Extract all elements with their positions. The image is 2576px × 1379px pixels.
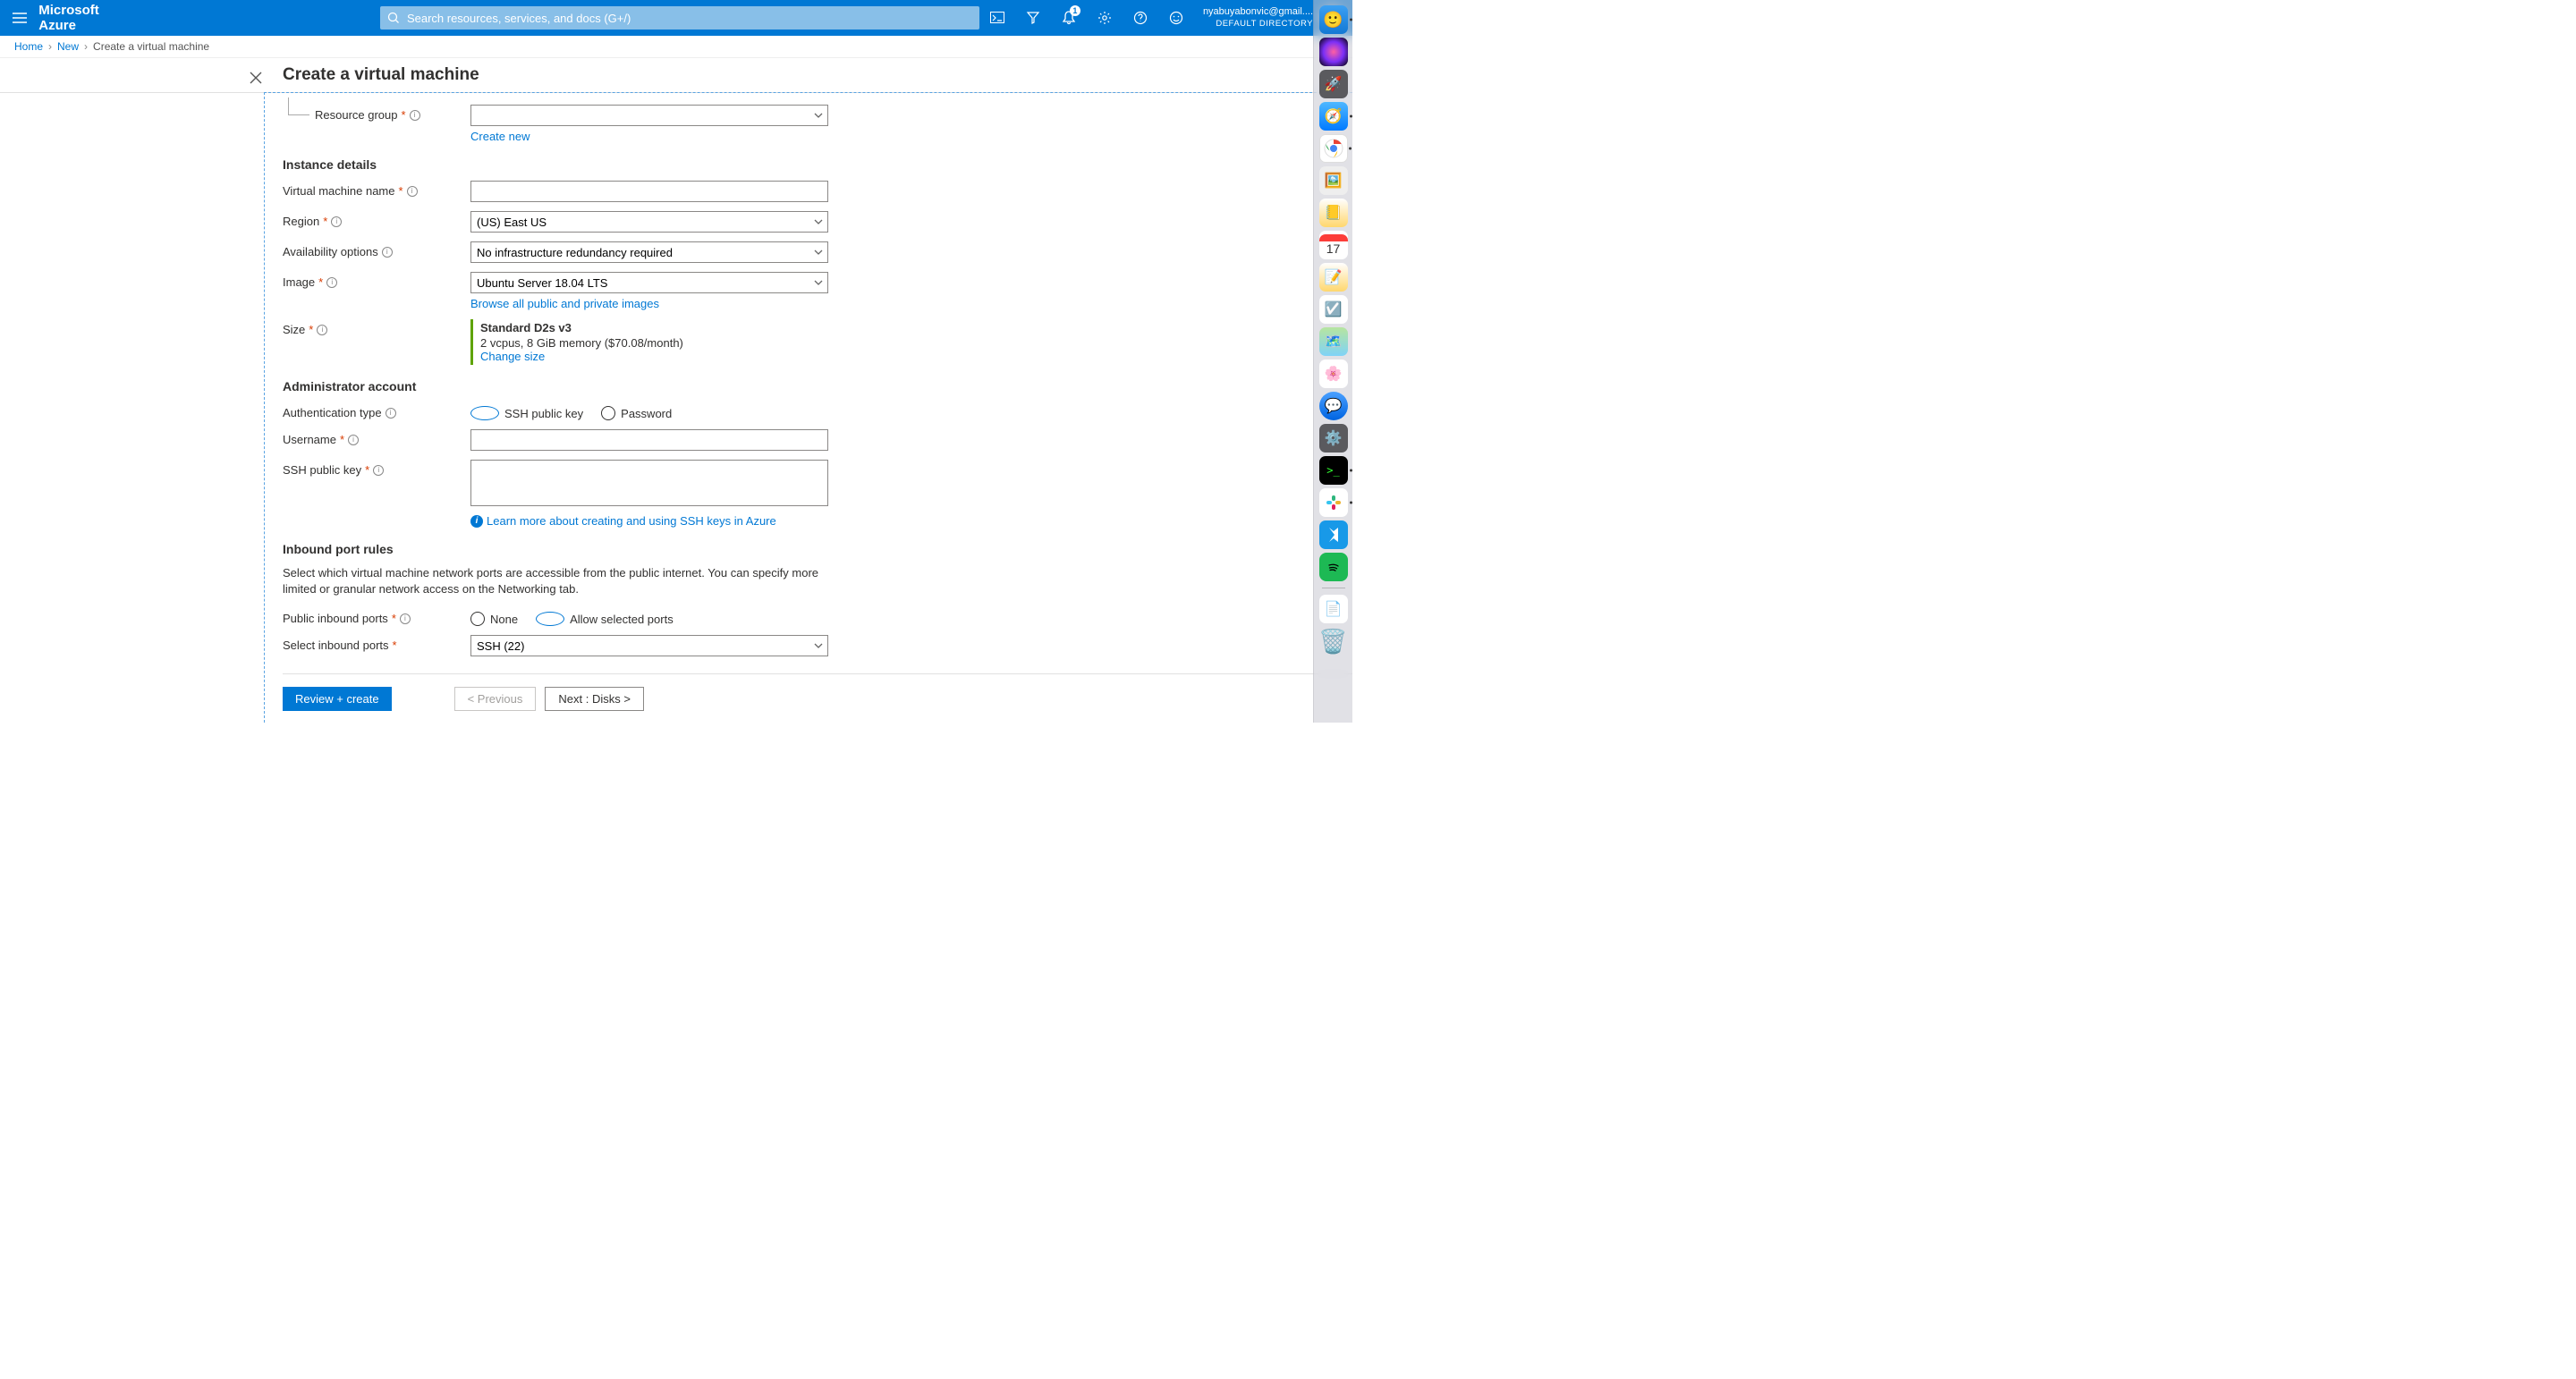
info-icon[interactable]: i: [410, 110, 420, 121]
previous-button[interactable]: < Previous: [454, 687, 537, 711]
ports-allow-radio[interactable]: Allow selected ports: [536, 612, 674, 626]
section-instance-details: Instance details: [283, 157, 1352, 172]
maps-icon[interactable]: 🗺️: [1319, 327, 1348, 356]
chevron-right-icon: ›: [84, 40, 88, 53]
chevron-right-icon: ›: [48, 40, 52, 53]
directory-filter-icon[interactable]: [1015, 0, 1051, 36]
search-icon: [387, 12, 400, 24]
close-blade-button[interactable]: [247, 69, 265, 87]
size-label: Size: [283, 323, 305, 336]
auth-ssh-radio[interactable]: SSH public key: [470, 406, 583, 420]
review-create-button[interactable]: Review + create: [283, 687, 392, 711]
spotify-icon[interactable]: [1319, 553, 1348, 581]
account-email: nyabuyabonvic@gmail....: [1203, 6, 1313, 18]
search-input[interactable]: [380, 6, 979, 30]
info-icon[interactable]: i: [317, 325, 327, 335]
launchpad-icon[interactable]: 🚀: [1319, 70, 1348, 98]
vm-name-label: Virtual machine name: [283, 184, 395, 198]
preview-icon[interactable]: 🖼️: [1319, 166, 1348, 195]
hamburger-menu[interactable]: [0, 0, 38, 36]
image-label: Image: [283, 275, 315, 289]
vscode-icon[interactable]: [1319, 520, 1348, 549]
azure-brand[interactable]: Microsoft Azure: [38, 3, 157, 33]
feedback-icon[interactable]: [1158, 0, 1194, 36]
info-icon[interactable]: i: [407, 186, 418, 197]
size-name: Standard D2s v3: [480, 321, 821, 334]
blade-title: Create a virtual machine: [283, 65, 479, 85]
settings-icon[interactable]: [1087, 0, 1123, 36]
macos-dock: 🙂 🚀 🧭 🖼️ 📒 17 📝 ☑️ 🗺️ 🌸 💬 ⚙️ >_ 📄 🗑️: [1313, 0, 1352, 723]
username-label: Username: [283, 433, 336, 446]
breadcrumb: Home › New › Create a virtual machine: [0, 36, 1352, 57]
ports-none-radio[interactable]: None: [470, 612, 518, 626]
browse-images-link[interactable]: Browse all public and private images: [470, 297, 659, 310]
messages-icon[interactable]: 💬: [1319, 392, 1348, 420]
notes-icon[interactable]: 📝: [1319, 263, 1348, 292]
breadcrumb-current: Create a virtual machine: [93, 40, 209, 53]
info-icon[interactable]: i: [400, 613, 411, 624]
availability-select[interactable]: [470, 241, 828, 263]
breadcrumb-new[interactable]: New: [57, 40, 79, 53]
system-preferences-icon[interactable]: ⚙️: [1319, 424, 1348, 453]
section-inbound-ports: Inbound port rules: [283, 542, 1352, 556]
form-scroll-area[interactable]: Resource group * i Create new Instance d…: [283, 97, 1352, 673]
info-icon[interactable]: i: [373, 465, 384, 476]
auth-type-label: Authentication type: [283, 406, 382, 419]
blade-footer: Review + create < Previous Next : Disks …: [283, 673, 1352, 723]
public-ports-label: Public inbound ports: [283, 612, 388, 625]
info-icon: i: [470, 515, 483, 528]
breadcrumb-home[interactable]: Home: [14, 40, 43, 53]
resource-group-select[interactable]: [470, 105, 828, 126]
contacts-icon[interactable]: 📒: [1319, 199, 1348, 227]
trash-icon[interactable]: 🗑️: [1319, 627, 1348, 656]
photos-icon[interactable]: 🌸: [1319, 360, 1348, 388]
info-icon[interactable]: i: [386, 408, 396, 419]
reminders-icon[interactable]: ☑️: [1319, 295, 1348, 324]
ssh-key-textarea[interactable]: [470, 460, 828, 506]
textedit-icon[interactable]: 📄: [1319, 595, 1348, 623]
ssh-learn-link[interactable]: Learn more about creating and using SSH …: [487, 514, 776, 528]
change-size-link[interactable]: Change size: [480, 350, 545, 363]
help-icon[interactable]: [1123, 0, 1158, 36]
cloud-shell-icon[interactable]: [979, 0, 1015, 36]
section-admin-account: Administrator account: [283, 379, 1352, 393]
info-icon[interactable]: i: [348, 435, 359, 445]
safari-icon[interactable]: 🧭: [1319, 102, 1348, 131]
image-select[interactable]: [470, 272, 828, 293]
account-directory: DEFAULT DIRECTORY: [1203, 18, 1313, 30]
availability-label: Availability options: [283, 245, 378, 258]
slack-icon[interactable]: [1319, 488, 1348, 517]
create-new-rg-link[interactable]: Create new: [470, 130, 530, 143]
select-ports-select[interactable]: [470, 635, 828, 656]
inbound-ports-desc: Select which virtual machine network por…: [283, 565, 819, 597]
ssh-key-label: SSH public key: [283, 463, 361, 477]
notifications-icon[interactable]: 1: [1051, 0, 1087, 36]
notification-badge: 1: [1070, 5, 1080, 16]
azure-header: Microsoft Azure 1 nyabu: [0, 0, 1352, 36]
region-select[interactable]: [470, 211, 828, 233]
chrome-icon[interactable]: [1319, 134, 1348, 163]
siri-icon[interactable]: [1319, 38, 1348, 66]
info-icon[interactable]: i: [331, 216, 342, 227]
size-spec: 2 vcpus, 8 GiB memory ($70.08/month): [480, 336, 821, 350]
auth-password-radio[interactable]: Password: [601, 406, 672, 420]
select-ports-label: Select inbound ports: [283, 639, 389, 652]
hamburger-icon: [13, 13, 27, 23]
region-label: Region: [283, 215, 319, 228]
calendar-icon[interactable]: 17: [1319, 231, 1348, 259]
info-icon[interactable]: i: [326, 277, 337, 288]
next-disks-button[interactable]: Next : Disks >: [545, 687, 644, 711]
finder-icon[interactable]: 🙂: [1319, 5, 1348, 34]
resource-group-label: Resource group: [315, 108, 398, 122]
info-icon[interactable]: i: [382, 247, 393, 258]
vm-name-input[interactable]: [470, 181, 828, 202]
username-input[interactable]: [470, 429, 828, 451]
terminal-icon[interactable]: >_: [1319, 456, 1348, 485]
